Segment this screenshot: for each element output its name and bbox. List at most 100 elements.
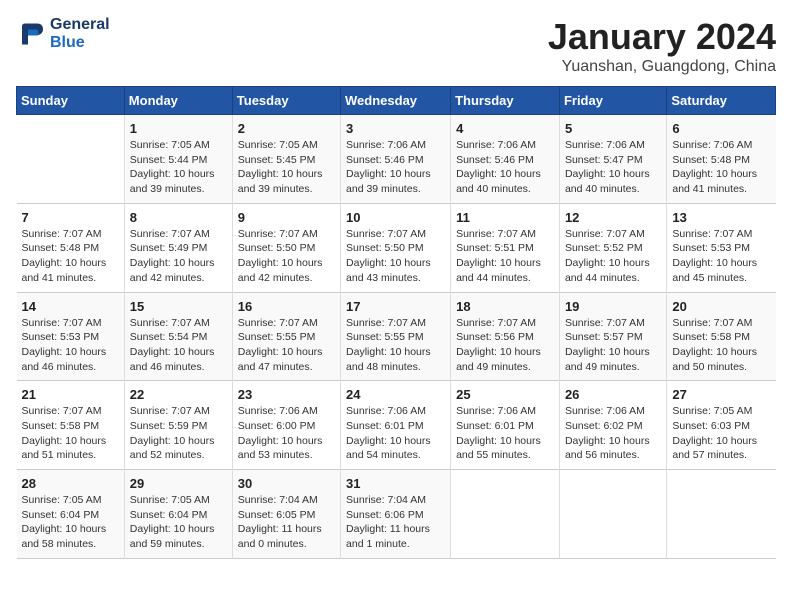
day-info: Sunrise: 7:05 AM Sunset: 6:03 PM Dayligh… <box>672 404 770 463</box>
day-info: Sunrise: 7:04 AM Sunset: 6:05 PM Dayligh… <box>238 493 335 552</box>
day-number: 10 <box>346 210 445 225</box>
day-info: Sunrise: 7:07 AM Sunset: 5:59 PM Dayligh… <box>130 404 227 463</box>
day-number: 8 <box>130 210 227 225</box>
day-number: 16 <box>238 299 335 314</box>
day-info: Sunrise: 7:06 AM Sunset: 5:46 PM Dayligh… <box>346 138 445 197</box>
day-number: 21 <box>22 387 119 402</box>
days-of-week-row: SundayMondayTuesdayWednesdayThursdayFrid… <box>17 87 776 115</box>
day-info: Sunrise: 7:06 AM Sunset: 5:46 PM Dayligh… <box>456 138 554 197</box>
day-info: Sunrise: 7:07 AM Sunset: 5:49 PM Dayligh… <box>130 227 227 286</box>
day-number: 11 <box>456 210 554 225</box>
calendar-day-cell: 5 Sunrise: 7:06 AM Sunset: 5:47 PM Daylig… <box>559 115 666 204</box>
calendar-week-row: 7 Sunrise: 7:07 AM Sunset: 5:48 PM Daylig… <box>17 203 776 292</box>
calendar-day-cell: 28Sunrise: 7:05 AM Sunset: 6:04 PM Dayli… <box>17 470 125 559</box>
day-number: 17 <box>346 299 445 314</box>
day-info: Sunrise: 7:06 AM Sunset: 5:47 PM Dayligh… <box>565 138 661 197</box>
calendar-week-row: 14 Sunrise: 7:07 AM Sunset: 5:53 PM Dayli… <box>17 292 776 381</box>
day-number: 31 <box>346 476 445 491</box>
calendar-day-cell: 9Sunrise: 7:07 AM Sunset: 5:50 PM Daylig… <box>232 203 340 292</box>
calendar-subtitle: Yuanshan, Guangdong, China <box>548 58 776 76</box>
day-number: 18 <box>456 299 554 314</box>
day-number: 9 <box>238 210 335 225</box>
day-number: 13 <box>672 210 770 225</box>
calendar-day-cell: 13Sunrise: 7:07 AM Sunset: 5:53 PM Dayli… <box>667 203 776 292</box>
calendar-day-cell: 18 Sunrise: 7:07 AM Sunset: 5:56 PM Dayli… <box>451 292 560 381</box>
day-of-week-header: Wednesday <box>341 87 451 115</box>
calendar-day-cell: 4 Sunrise: 7:06 AM Sunset: 5:46 PM Daylig… <box>451 115 560 204</box>
day-info: Sunrise: 7:07 AM Sunset: 5:55 PM Dayligh… <box>346 316 445 375</box>
day-number: 1 <box>130 121 227 136</box>
calendar-day-cell: 8 Sunrise: 7:07 AM Sunset: 5:49 PM Daylig… <box>124 203 232 292</box>
day-info: Sunrise: 7:07 AM Sunset: 5:53 PM Dayligh… <box>22 316 119 375</box>
day-number: 2 <box>238 121 335 136</box>
day-number: 20 <box>672 299 770 314</box>
calendar-day-cell <box>559 470 666 559</box>
day-of-week-header: Monday <box>124 87 232 115</box>
day-info: Sunrise: 7:07 AM Sunset: 5:58 PM Dayligh… <box>672 316 770 375</box>
calendar-day-cell: 27 Sunrise: 7:05 AM Sunset: 6:03 PM Dayli… <box>667 381 776 470</box>
calendar-day-cell: 30 Sunrise: 7:04 AM Sunset: 6:05 PM Dayli… <box>232 470 340 559</box>
calendar-body: 1 Sunrise: 7:05 AM Sunset: 5:44 PM Daylig… <box>17 115 776 559</box>
calendar-day-cell <box>667 470 776 559</box>
day-info: Sunrise: 7:06 AM Sunset: 6:00 PM Dayligh… <box>238 404 335 463</box>
day-number: 29 <box>130 476 227 491</box>
day-number: 30 <box>238 476 335 491</box>
day-number: 28 <box>22 476 119 491</box>
day-info: Sunrise: 7:05 AM Sunset: 5:44 PM Dayligh… <box>130 138 227 197</box>
calendar-day-cell: 17 Sunrise: 7:07 AM Sunset: 5:55 PM Dayli… <box>341 292 451 381</box>
calendar-day-cell: 23 Sunrise: 7:06 AM Sunset: 6:00 PM Dayli… <box>232 381 340 470</box>
day-info: Sunrise: 7:07 AM Sunset: 5:52 PM Dayligh… <box>565 227 661 286</box>
title-block: January 2024 Yuanshan, Guangdong, China <box>548 16 776 76</box>
calendar-day-cell: 25Sunrise: 7:06 AM Sunset: 6:01 PM Dayli… <box>451 381 560 470</box>
day-number: 23 <box>238 387 335 402</box>
calendar-day-cell: 24 Sunrise: 7:06 AM Sunset: 6:01 PM Dayli… <box>341 381 451 470</box>
calendar-day-cell <box>451 470 560 559</box>
day-number: 14 <box>22 299 119 314</box>
day-number: 12 <box>565 210 661 225</box>
calendar-day-cell: 16 Sunrise: 7:07 AM Sunset: 5:55 PM Dayli… <box>232 292 340 381</box>
day-of-week-header: Sunday <box>17 87 125 115</box>
calendar-header: SundayMondayTuesdayWednesdayThursdayFrid… <box>17 87 776 115</box>
calendar-day-cell: 22 Sunrise: 7:07 AM Sunset: 5:59 PM Dayli… <box>124 381 232 470</box>
day-info: Sunrise: 7:07 AM Sunset: 5:54 PM Dayligh… <box>130 316 227 375</box>
day-number: 19 <box>565 299 661 314</box>
calendar-week-row: 1 Sunrise: 7:05 AM Sunset: 5:44 PM Daylig… <box>17 115 776 204</box>
calendar-day-cell <box>17 115 125 204</box>
day-info: Sunrise: 7:06 AM Sunset: 5:48 PM Dayligh… <box>672 138 770 197</box>
calendar-day-cell: 15Sunrise: 7:07 AM Sunset: 5:54 PM Dayli… <box>124 292 232 381</box>
day-number: 27 <box>672 387 770 402</box>
day-number: 4 <box>456 121 554 136</box>
day-of-week-header: Tuesday <box>232 87 340 115</box>
calendar-day-cell: 11Sunrise: 7:07 AM Sunset: 5:51 PM Dayli… <box>451 203 560 292</box>
day-of-week-header: Saturday <box>667 87 776 115</box>
day-info: Sunrise: 7:07 AM Sunset: 5:50 PM Dayligh… <box>346 227 445 286</box>
day-number: 25 <box>456 387 554 402</box>
day-number: 24 <box>346 387 445 402</box>
calendar-day-cell: 12 Sunrise: 7:07 AM Sunset: 5:52 PM Dayli… <box>559 203 666 292</box>
day-info: Sunrise: 7:07 AM Sunset: 5:57 PM Dayligh… <box>565 316 661 375</box>
logo-text: General Blue <box>50 16 110 52</box>
day-of-week-header: Thursday <box>451 87 560 115</box>
day-number: 3 <box>346 121 445 136</box>
day-info: Sunrise: 7:06 AM Sunset: 6:01 PM Dayligh… <box>346 404 445 463</box>
calendar-day-cell: 26Sunrise: 7:06 AM Sunset: 6:02 PM Dayli… <box>559 381 666 470</box>
day-number: 22 <box>130 387 227 402</box>
calendar-day-cell: 10 Sunrise: 7:07 AM Sunset: 5:50 PM Dayli… <box>341 203 451 292</box>
day-info: Sunrise: 7:06 AM Sunset: 6:02 PM Dayligh… <box>565 404 661 463</box>
calendar-title: January 2024 <box>548 16 776 58</box>
day-info: Sunrise: 7:07 AM Sunset: 5:55 PM Dayligh… <box>238 316 335 375</box>
calendar-day-cell: 19 Sunrise: 7:07 AM Sunset: 5:57 PM Dayli… <box>559 292 666 381</box>
day-number: 6 <box>672 121 770 136</box>
day-info: Sunrise: 7:07 AM Sunset: 5:56 PM Dayligh… <box>456 316 554 375</box>
day-number: 5 <box>565 121 661 136</box>
logo: General Blue <box>16 16 110 52</box>
day-info: Sunrise: 7:07 AM Sunset: 5:48 PM Dayligh… <box>22 227 119 286</box>
day-info: Sunrise: 7:05 AM Sunset: 5:45 PM Dayligh… <box>238 138 335 197</box>
day-info: Sunrise: 7:04 AM Sunset: 6:06 PM Dayligh… <box>346 493 445 552</box>
calendar-day-cell: 3 Sunrise: 7:06 AM Sunset: 5:46 PM Daylig… <box>341 115 451 204</box>
page-header: General Blue January 2024 Yuanshan, Guan… <box>16 16 776 76</box>
day-of-week-header: Friday <box>559 87 666 115</box>
logo-icon <box>16 19 46 49</box>
calendar-week-row: 28Sunrise: 7:05 AM Sunset: 6:04 PM Dayli… <box>17 470 776 559</box>
day-number: 7 <box>22 210 119 225</box>
